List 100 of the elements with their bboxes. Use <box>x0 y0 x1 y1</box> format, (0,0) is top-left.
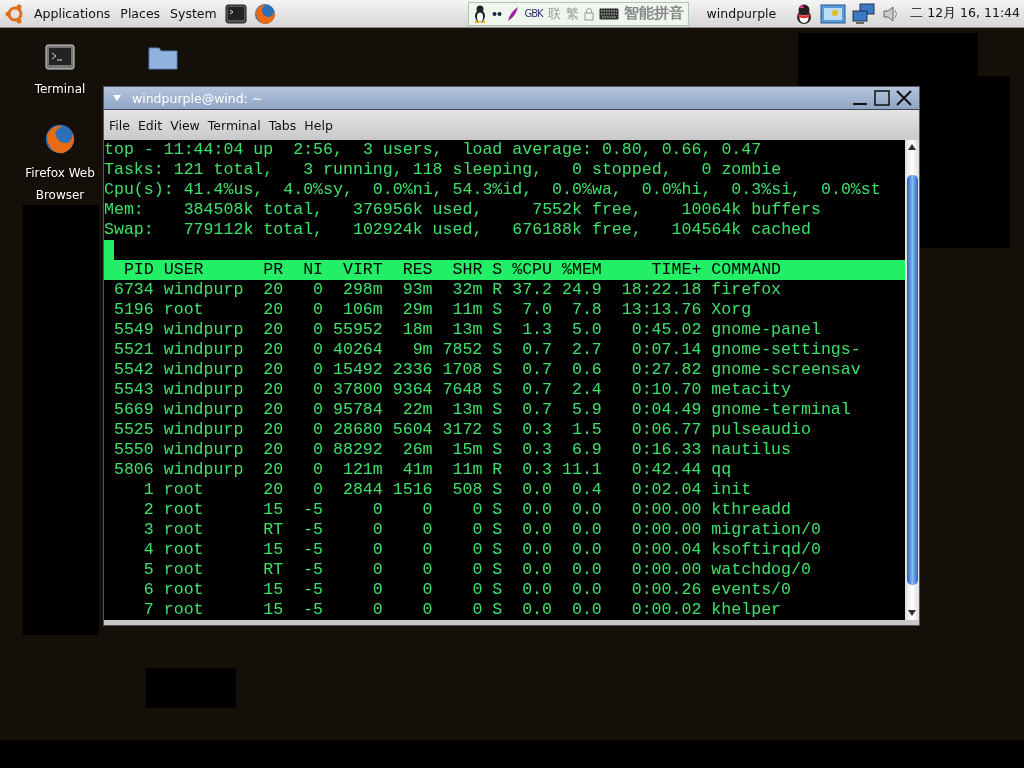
table-cell-text: 13m <box>451 400 483 420</box>
menu-item[interactable]: View <box>170 117 200 133</box>
table-cell-text: 0 <box>371 500 383 520</box>
table-cell-text: 0:00.26 <box>630 580 702 600</box>
table-cell-text: 0 <box>312 420 324 440</box>
table-cell-text: 0 <box>371 520 383 540</box>
icon-label[interactable]: Firefox Web Browser <box>15 162 105 206</box>
table-cell-text: 1 <box>142 480 154 500</box>
clock[interactable]: 二 12月 16, 11:44 <box>910 5 1020 22</box>
table-cell-text: -5 <box>302 600 324 620</box>
penguin-icon[interactable] <box>473 4 488 23</box>
table-cell-text: 508 <box>451 480 483 500</box>
column-header: USER <box>163 260 205 280</box>
table-cell-text: 0 <box>312 380 324 400</box>
table-cell-text: RT <box>262 520 284 540</box>
table-cell-text: 0 <box>421 520 433 540</box>
user-name[interactable]: windpurple <box>706 6 777 21</box>
menu-item[interactable]: Help <box>304 117 333 133</box>
menu-item[interactable]: Tabs <box>268 117 297 133</box>
table-cell-text: 9364 <box>391 380 433 400</box>
table-cell-text: S <box>491 320 503 340</box>
table-cell-text: S <box>491 560 503 580</box>
table-cell-text: 5806 <box>112 460 154 480</box>
menu-item[interactable]: Edit <box>137 117 163 133</box>
table-cell-text: 0 <box>471 580 483 600</box>
table-cell-text: 121m <box>341 460 383 480</box>
charset-toggle[interactable]: GBK <box>524 8 543 19</box>
table-cell-text: 0.0 <box>521 500 553 520</box>
table-cell-text: -5 <box>302 580 324 600</box>
table-cell-text: 15m <box>451 440 483 460</box>
table-cell-text: 5.0 <box>570 320 602 340</box>
table-cell-text: 20 <box>262 460 284 480</box>
panel-menu[interactable]: Applications <box>32 6 113 21</box>
column-header: RES <box>401 260 433 280</box>
table-cell-text: root <box>163 540 205 560</box>
table-cell-text: 15 <box>262 580 284 600</box>
table-cell-text: 0:45.02 <box>630 320 702 340</box>
table-cell-text: 28680 <box>332 420 383 440</box>
table-cell-text: 15 <box>262 540 284 560</box>
output-line: top - 11:44:04 up 2:56, 3 users, load average: 0.80, 0.66, 0.47 <box>104 140 763 160</box>
table-cell-text: 0:07.14 <box>630 340 702 360</box>
table-cell-text: 1516 <box>391 480 433 500</box>
table-cell-text: 5669 <box>112 400 154 420</box>
table-cell: windpurp <box>163 420 244 440</box>
table-cell-text: -5 <box>302 560 324 580</box>
table-cell-text: 20 <box>262 360 284 380</box>
table-cell: windpurp <box>163 320 244 340</box>
terminal-icon[interactable] <box>45 44 75 72</box>
table-cell: windpurp <box>163 400 244 420</box>
table-cell-text: S <box>491 520 503 540</box>
table-cell-text: S <box>491 600 503 620</box>
table-cell-text: 0 <box>421 560 433 580</box>
feather-icon[interactable] <box>507 5 520 22</box>
folder-icon[interactable] <box>148 44 178 70</box>
table-cell-text: 55952 <box>332 320 383 340</box>
maximize-icon[interactable] <box>873 89 891 107</box>
table-cell: windpurp <box>163 360 244 380</box>
table-cell-text: gnome-terminal <box>711 400 852 420</box>
network-icon[interactable] <box>852 2 877 25</box>
table-cell-text: S <box>491 380 503 400</box>
table-cell-text: 0.0 <box>521 560 553 580</box>
table-cell-text: 0 <box>371 580 383 600</box>
table-cell-text: Xorg <box>711 300 753 320</box>
table-cell-text: 0 <box>312 300 324 320</box>
scroll-up-icon[interactable] <box>907 142 917 152</box>
firefox-icon[interactable] <box>43 122 77 156</box>
table-cell-text: R <box>491 280 503 300</box>
table-cell-text: 7.8 <box>570 300 602 320</box>
table-cell-text: 0 <box>421 500 433 520</box>
panel-menu[interactable]: Places <box>118 6 163 21</box>
table-cell: windpurp <box>163 380 244 400</box>
icon-label[interactable]: Terminal <box>34 78 86 100</box>
table-cell-text: 95784 <box>332 400 383 420</box>
table-cell-text: 6 <box>142 580 154 600</box>
window-title: windpurple@wind: ~ <box>132 90 263 106</box>
table-cell-text: 5542 <box>112 360 154 380</box>
table-cell-text: 0.6 <box>570 360 602 380</box>
table-cell-text: ksoftirqd/0 <box>711 540 822 560</box>
table-cell-text: 0.0 <box>570 500 602 520</box>
table-cell-text: 6734 <box>112 280 154 300</box>
menu-item[interactable]: Terminal <box>207 117 261 133</box>
table-cell-text: 15 <box>262 500 284 520</box>
panel-menu[interactable]: System <box>168 6 219 21</box>
scroll-down-icon[interactable] <box>907 608 917 618</box>
table-cell-text: root <box>163 520 205 540</box>
display-icon[interactable] <box>820 2 847 25</box>
close-icon[interactable] <box>895 89 913 107</box>
keyboard-icon[interactable] <box>598 7 619 20</box>
table-cell-text: root <box>163 500 205 520</box>
table-cell-text: -5 <box>302 540 324 560</box>
firefox-launcher-icon[interactable] <box>252 1 277 26</box>
terminal-launcher-icon[interactable] <box>224 3 247 24</box>
scrollbar[interactable] <box>905 140 919 620</box>
table-cell-text: gnome-panel <box>711 320 822 340</box>
table-cell-text: 37.2 <box>511 280 553 300</box>
dots-icon[interactable] <box>492 9 503 18</box>
menu-item[interactable]: File <box>109 117 130 133</box>
table-cell-text: 1708 <box>441 360 483 380</box>
scrollbar-thumb[interactable] <box>906 175 918 585</box>
table-cell-text: 40264 <box>332 340 383 360</box>
